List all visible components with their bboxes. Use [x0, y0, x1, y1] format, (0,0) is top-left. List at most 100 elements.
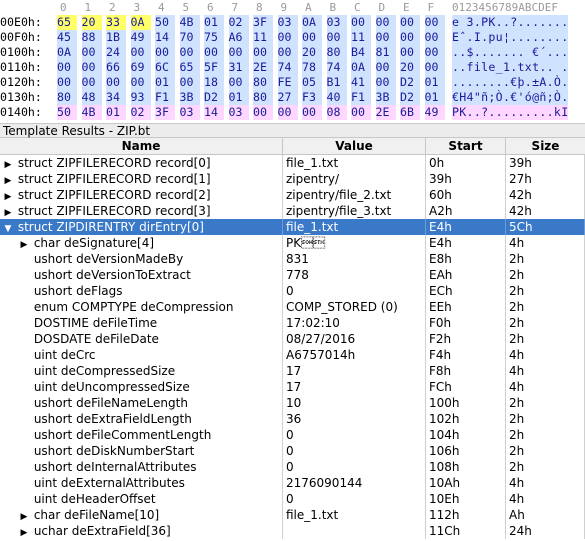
hex-byte[interactable]: 00 [375, 15, 396, 30]
expand-arrow-icon[interactable]: ▶ [18, 509, 30, 523]
hex-byte[interactable]: 00 [400, 30, 420, 45]
hex-byte[interactable]: 00 [81, 45, 102, 60]
hex-byte[interactable]: 0A [57, 45, 77, 60]
template-row[interactable]: uint deExternalAttributes 2176090144 10Ah 4… [0, 475, 585, 491]
hex-byte[interactable]: 01 [106, 105, 126, 120]
template-row[interactable]: ▶ char deFileName[10] file_1.txt 112h Ah [0, 507, 585, 523]
template-row[interactable]: ushort deExtraFieldLength 36 102h 2h [0, 411, 585, 427]
hex-byte[interactable]: 49 [130, 30, 151, 45]
template-row[interactable]: ushort deDiskNumberStart 0 106h 2h [0, 443, 585, 459]
hex-byte[interactable]: 00 [351, 15, 371, 30]
hex-byte[interactable]: F1 [351, 90, 371, 105]
hex-byte[interactable]: 20 [81, 15, 102, 30]
hex-byte[interactable]: 00 [179, 45, 200, 60]
hex-byte[interactable]: 01 [424, 75, 445, 90]
ascii-text[interactable]: ........€þ.±A.Ò. [452, 75, 569, 90]
ascii-text[interactable]: ..file_1.txt.. . [452, 60, 569, 75]
hex-byte[interactable]: 31 [228, 60, 249, 75]
hex-byte[interactable]: 74 [277, 60, 298, 75]
hex-byte[interactable]: 80 [253, 90, 273, 105]
hex-byte[interactable]: 00 [326, 30, 347, 45]
hex-byte[interactable]: 5F [204, 60, 224, 75]
hex-byte[interactable]: 03 [326, 15, 347, 30]
hex-byte[interactable]: 70 [179, 30, 200, 45]
hex-byte[interactable]: 01 [424, 90, 445, 105]
hex-byte[interactable]: 14 [155, 30, 175, 45]
template-row[interactable]: ▶ struct ZIPFILERECORD record[0] file_1.t… [0, 155, 585, 171]
hex-byte[interactable]: D2 [400, 75, 420, 90]
hex-byte[interactable]: 75 [204, 30, 224, 45]
hex-byte[interactable]: 00 [277, 105, 298, 120]
hex-byte[interactable]: 48 [81, 90, 102, 105]
ascii-text[interactable]: €H4"ñ;Ò.€'ó@ñ;Ò. [452, 90, 569, 105]
hex-byte[interactable]: 50 [57, 105, 77, 120]
hex-byte[interactable]: 00 [375, 75, 396, 90]
hex-byte[interactable]: 08 [326, 105, 347, 120]
hex-byte[interactable]: 66 [106, 60, 126, 75]
hex-byte[interactable]: 00 [253, 45, 273, 60]
collapse-arrow-icon[interactable]: ▼ [2, 221, 14, 235]
hex-byte[interactable]: 3F [253, 15, 273, 30]
hex-byte[interactable]: 03 [228, 105, 249, 120]
hex-byte[interactable]: 00 [57, 60, 77, 75]
hex-byte[interactable]: 27 [277, 90, 298, 105]
hex-byte[interactable]: 18 [204, 75, 224, 90]
hex-byte[interactable]: 00 [228, 75, 249, 90]
template-row[interactable]: enum COMPTYPE deCompression COMP_STORED (… [0, 299, 585, 315]
hex-byte[interactable]: 88 [81, 30, 102, 45]
template-row[interactable]: ▼ struct ZIPDIRENTRY dirEntry[0] file_1.t… [0, 219, 585, 235]
hex-byte[interactable]: 00 [375, 30, 396, 45]
hex-byte[interactable]: 00 [277, 30, 298, 45]
expand-arrow-icon[interactable]: ▶ [2, 205, 14, 219]
hex-byte[interactable]: 11 [253, 30, 273, 45]
hex-byte[interactable]: 6B [400, 105, 420, 120]
expand-arrow-icon[interactable]: ▶ [2, 173, 14, 187]
hex-byte[interactable]: D2 [204, 90, 224, 105]
template-row[interactable]: uint deCompressedSize 17 F8h 4h [0, 363, 585, 379]
column-header-name[interactable]: Name [0, 138, 283, 155]
hex-byte[interactable]: 00 [375, 60, 396, 75]
hex-byte[interactable]: A6 [228, 30, 249, 45]
hex-row[interactable]: 0140h: 50 4B 01 02 3F 03 14 03 00 00 00 08 00 2E 6B 49 PK… [0, 105, 585, 120]
hex-byte[interactable]: 00 [81, 75, 102, 90]
column-header-start[interactable]: Start [426, 138, 506, 155]
hex-byte[interactable]: 34 [106, 90, 126, 105]
template-row[interactable]: ushort deInternalAttributes 0 108h 2h [0, 459, 585, 475]
hex-byte[interactable]: 0A [302, 15, 322, 30]
hex-byte[interactable]: 2E [253, 60, 273, 75]
hex-row[interactable]: 0130h: 80 48 34 93 F1 3B D2 01 80 27 F3 40 F1 3B D2 01 €H… [0, 90, 585, 105]
hex-byte[interactable]: D2 [400, 90, 420, 105]
hex-byte[interactable]: 33 [106, 15, 126, 30]
hex-byte[interactable]: 20 [302, 45, 322, 60]
hex-byte[interactable]: 02 [228, 15, 249, 30]
hex-byte[interactable]: 80 [326, 45, 347, 60]
hex-byte[interactable]: 81 [375, 45, 396, 60]
template-row[interactable]: ushort deVersionToExtract 778 EAh 2h [0, 267, 585, 283]
hex-editor-view[interactable]: 0 1 2 3 4 5 6 7 8 9 A B C D E F 0123456789ABCDEF 00E0h: 6… [0, 0, 585, 123]
column-header-size[interactable]: Size [506, 138, 585, 155]
hex-byte[interactable]: 00 [302, 30, 322, 45]
hex-byte[interactable]: 00 [155, 45, 175, 60]
hex-byte[interactable]: 00 [424, 30, 445, 45]
hex-byte[interactable]: 41 [351, 75, 371, 90]
hex-byte[interactable]: 03 [277, 15, 298, 30]
template-row[interactable]: ▶ struct ZIPFILERECORD record[2] zipentry… [0, 187, 585, 203]
hex-byte[interactable]: 00 [400, 45, 420, 60]
hex-byte[interactable]: B4 [351, 45, 371, 60]
hex-byte[interactable]: 01 [204, 15, 224, 30]
hex-byte[interactable]: 00 [81, 60, 102, 75]
ascii-text[interactable]: PK..?.........kI [452, 105, 569, 120]
hex-byte[interactable]: 00 [106, 75, 126, 90]
hex-byte[interactable]: 00 [351, 105, 371, 120]
hex-byte[interactable]: 0A [130, 15, 151, 30]
hex-byte[interactable]: 00 [204, 45, 224, 60]
expand-arrow-icon[interactable]: ▶ [2, 157, 14, 171]
hex-byte[interactable]: 80 [253, 75, 273, 90]
template-row[interactable]: ushort deFileCommentLength 0 104h 2h [0, 427, 585, 443]
hex-byte[interactable]: 4B [81, 105, 102, 120]
hex-byte[interactable]: 00 [57, 75, 77, 90]
hex-byte[interactable]: 4B [179, 15, 200, 30]
hex-byte[interactable]: 02 [130, 105, 151, 120]
hex-byte[interactable]: 78 [302, 60, 322, 75]
hex-byte[interactable]: 00 [130, 75, 151, 90]
